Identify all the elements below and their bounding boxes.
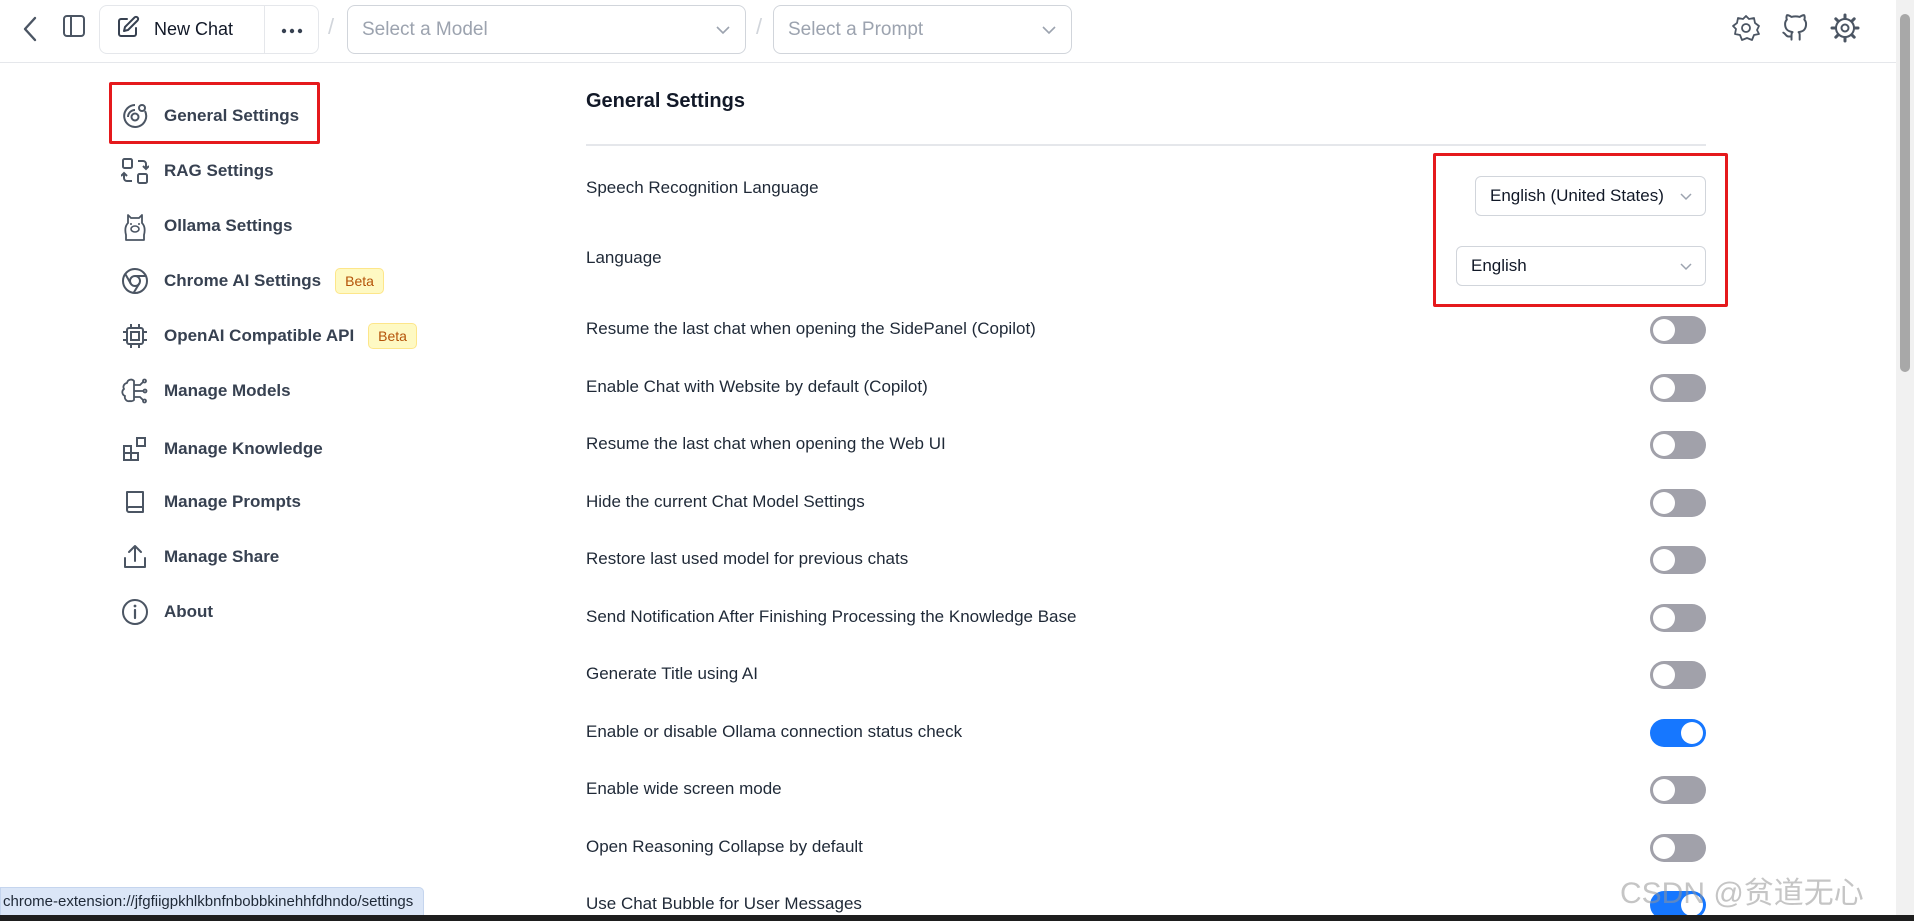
prompt-select[interactable]: Select a Prompt bbox=[773, 5, 1072, 54]
sidebar-item-label: Manage Knowledge bbox=[164, 439, 323, 458]
sidebar-item-label: Manage Prompts bbox=[164, 492, 301, 511]
toggle-row-label: Generate Title using AI bbox=[586, 664, 758, 683]
toggle-row-label: Enable wide screen mode bbox=[586, 779, 782, 798]
toggle-row-label: Resume the last chat when opening the Si… bbox=[586, 319, 1036, 338]
toggle-switch[interactable] bbox=[1650, 604, 1706, 632]
chrome-icon bbox=[120, 266, 150, 296]
toggle-knob bbox=[1653, 434, 1675, 456]
chevron-down-icon bbox=[715, 19, 731, 41]
gear-icon[interactable] bbox=[1829, 12, 1861, 44]
toggle-switch[interactable] bbox=[1650, 776, 1706, 804]
toggle-row-label: Enable or disable Ollama connection stat… bbox=[586, 722, 963, 741]
toggle-switch[interactable] bbox=[1650, 719, 1706, 747]
separator: / bbox=[328, 14, 335, 39]
toggle-switch[interactable] bbox=[1650, 834, 1706, 862]
toggle-row-label: Use Chat Bubble for User Messages bbox=[586, 894, 862, 913]
book-icon bbox=[120, 487, 150, 517]
toggle-switch[interactable] bbox=[1650, 316, 1706, 344]
toggle-knob bbox=[1681, 722, 1703, 744]
toggle-switch[interactable] bbox=[1650, 489, 1706, 517]
scrollbar-thumb[interactable] bbox=[1900, 14, 1910, 372]
sidebar-item-label: Manage Models bbox=[164, 381, 291, 400]
toggle-switch[interactable] bbox=[1650, 661, 1706, 689]
edit-pencil-icon bbox=[116, 15, 140, 44]
sidebar-item-rag-settings[interactable]: RAG Settings bbox=[120, 151, 274, 191]
sidebar-item-manage-prompts[interactable]: Manage Prompts bbox=[120, 482, 301, 522]
speech-recognition-language-select[interactable]: English (United States) bbox=[1475, 176, 1706, 216]
info-icon bbox=[120, 597, 150, 627]
sidebar-item-about[interactable]: About bbox=[120, 592, 213, 632]
toggle-knob bbox=[1653, 492, 1675, 514]
toggle-row-label: Enable Chat with Website by default (Cop… bbox=[586, 377, 928, 396]
sidebar-item-label: General Settings bbox=[164, 106, 300, 125]
new-chat-group: New Chat bbox=[99, 5, 319, 54]
divider bbox=[586, 144, 1706, 146]
github-icon[interactable] bbox=[1779, 12, 1811, 44]
separator: / bbox=[756, 14, 763, 39]
chevron-down-icon bbox=[1041, 19, 1057, 41]
toggle-knob bbox=[1653, 549, 1675, 571]
sidebar-toggle-icon[interactable] bbox=[60, 12, 88, 40]
share-upload-icon bbox=[120, 542, 150, 572]
toggle-knob bbox=[1653, 664, 1675, 686]
sidebar-item-label: OpenAI Compatible API bbox=[164, 326, 355, 345]
language-value: English bbox=[1471, 256, 1527, 275]
toggle-switch[interactable] bbox=[1650, 431, 1706, 459]
watermark: CSDN @贫道无心 bbox=[1620, 877, 1864, 910]
beta-badge: Beta bbox=[368, 323, 417, 349]
speech-recognition-value: English (United States) bbox=[1490, 186, 1664, 205]
model-select-placeholder: Select a Model bbox=[362, 18, 488, 40]
language-select[interactable]: English bbox=[1456, 246, 1706, 286]
page-title: General Settings bbox=[586, 90, 745, 112]
toggle-row-label: Send Notification After Finishing Proces… bbox=[586, 607, 1077, 626]
sidebar-item-label: RAG Settings bbox=[164, 161, 274, 180]
cpu-chip-icon bbox=[120, 321, 150, 351]
sidebar-item-manage-share[interactable]: Manage Share bbox=[120, 537, 279, 577]
sidebar-item-ollama-settings[interactable]: Ollama Settings bbox=[120, 206, 292, 246]
blocks-icon bbox=[120, 434, 150, 464]
toggle-knob bbox=[1653, 607, 1675, 629]
ollama-settings-icon[interactable] bbox=[1730, 12, 1762, 44]
toggle-knob bbox=[1653, 779, 1675, 801]
sidebar-item-openai-compatible-api[interactable]: OpenAI Compatible API Beta bbox=[120, 316, 417, 356]
rag-icon bbox=[120, 156, 150, 186]
chevron-down-icon bbox=[1679, 186, 1693, 206]
back-chevron-icon[interactable] bbox=[16, 14, 44, 44]
beta-badge: Beta bbox=[335, 268, 384, 294]
sidebar-item-chrome-ai-settings[interactable]: Chrome AI Settings Beta bbox=[120, 261, 384, 301]
toggle-knob bbox=[1653, 377, 1675, 399]
sidebar-item-label: About bbox=[164, 602, 214, 621]
new-chat-button[interactable]: New Chat bbox=[100, 6, 265, 53]
toggle-row-label: Resume the last chat when opening the We… bbox=[586, 434, 946, 453]
more-options-button[interactable] bbox=[265, 21, 318, 39]
chevron-down-icon bbox=[1679, 256, 1693, 276]
status-url-bar: chrome-extension://jfgfiigpkhlkbnfnbobbk… bbox=[0, 887, 425, 915]
sidebar-item-label: Manage Share bbox=[164, 547, 280, 566]
toggle-knob bbox=[1653, 837, 1675, 859]
sidebar-item-label: Ollama Settings bbox=[164, 216, 293, 235]
toggle-knob bbox=[1653, 319, 1675, 341]
taskbar-strip bbox=[0, 915, 1914, 921]
sidebar-item-label: Chrome AI Settings bbox=[164, 271, 322, 290]
toggle-row-label: Open Reasoning Collapse by default bbox=[586, 837, 863, 856]
language-label: Language bbox=[586, 248, 662, 267]
more-dots-icon bbox=[281, 21, 303, 39]
sidebar-item-manage-knowledge[interactable]: Manage Knowledge bbox=[120, 429, 323, 469]
general-settings-icon bbox=[120, 101, 150, 131]
toggle-row-label: Hide the current Chat Model Settings bbox=[586, 492, 865, 511]
top-bar: New Chat / Select a Model / Select a Pro… bbox=[0, 0, 1896, 63]
new-chat-label: New Chat bbox=[154, 19, 234, 39]
brain-icon bbox=[120, 376, 150, 406]
prompt-select-placeholder: Select a Prompt bbox=[788, 18, 924, 40]
speech-recognition-label: Speech Recognition Language bbox=[586, 178, 819, 197]
sidebar-item-general-settings[interactable]: General Settings bbox=[120, 96, 299, 136]
model-select[interactable]: Select a Model bbox=[347, 5, 746, 54]
ollama-llama-icon bbox=[120, 211, 150, 241]
toggle-row-label: Restore last used model for previous cha… bbox=[586, 549, 909, 568]
sidebar-item-manage-models[interactable]: Manage Models bbox=[120, 371, 291, 411]
toggle-switch[interactable] bbox=[1650, 374, 1706, 402]
toggle-switch[interactable] bbox=[1650, 546, 1706, 574]
